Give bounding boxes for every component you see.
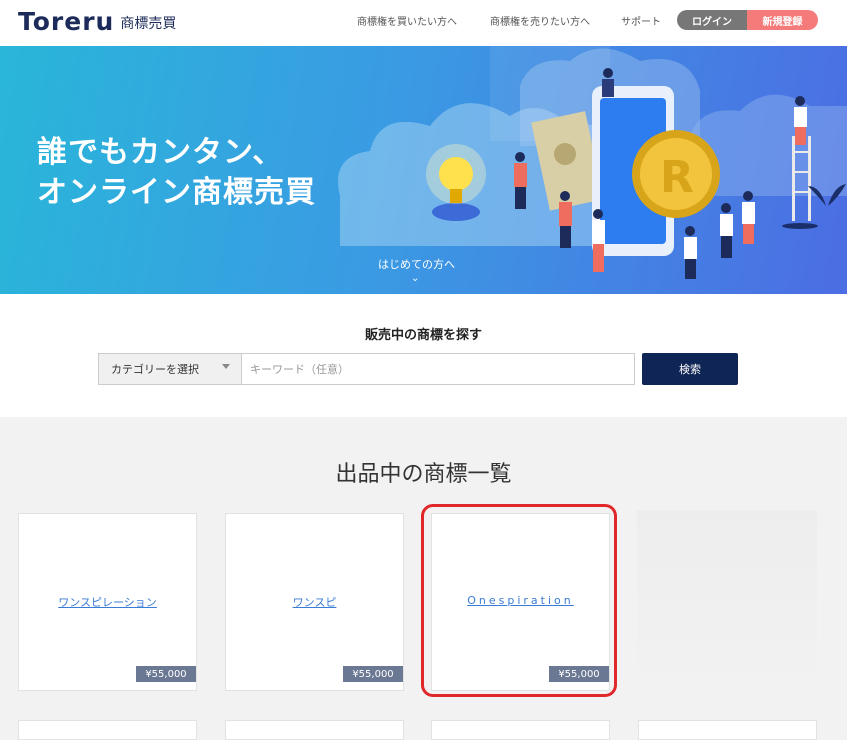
nav-support-link[interactable]: サポート <box>621 13 661 28</box>
hero-title-line1: 誰でもカンタン、 <box>37 135 284 170</box>
highlight-outline <box>421 504 617 697</box>
nav-sell-link[interactable]: 商標権を売りたい方へ <box>490 13 590 28</box>
caret-down-icon[interactable] <box>222 364 230 369</box>
signup-button[interactable]: 新規登録 <box>747 10 818 30</box>
site-header: Toreru 商標売買 商標権を買いたい方へ 商標権を売りたい方へ サポート ロ… <box>0 0 847 46</box>
hero-title-line2: オンライン商標売買 <box>37 175 316 210</box>
listing-title: 出品中の商標一覧 <box>335 462 512 487</box>
search-section: 販売中の商標を探す カテゴリーを選択 検索 <box>0 294 847 417</box>
nav-buy-link[interactable]: 商標権を買いたい方へ <box>357 13 457 28</box>
trademark-card[interactable]: ワンスピレーション ¥55,000 <box>18 513 197 691</box>
placeholder-card <box>637 510 817 695</box>
trademark-card[interactable]: ワンスピ ¥55,000 <box>225 513 404 691</box>
keyword-input[interactable] <box>242 353 635 385</box>
trademark-card[interactable] <box>431 720 610 740</box>
price-badge: ¥55,000 <box>136 666 196 682</box>
logo[interactable]: Toreru 商標売買 <box>18 7 176 36</box>
svg-text:R: R <box>660 152 694 203</box>
trademark-card[interactable] <box>225 720 404 740</box>
trademark-name-link[interactable]: ワンスピレーション <box>19 594 196 610</box>
price-badge: ¥55,000 <box>343 666 403 682</box>
category-select[interactable]: カテゴリーを選択 <box>98 353 242 385</box>
hero-banner: R 誰でもカンタン、 オンライン商標売買 はじめての方へ ⌄ <box>0 46 847 294</box>
trademark-name-link[interactable]: ワンスピ <box>226 594 403 610</box>
chevron-down-icon[interactable]: ⌄ <box>411 273 419 284</box>
trademark-card[interactable] <box>18 720 197 740</box>
logo-wordmark: Toreru <box>18 7 115 36</box>
search-title: 販売中の商標を探す <box>364 328 482 343</box>
search-button[interactable]: 検索 <box>642 353 738 385</box>
trademark-card[interactable] <box>638 720 817 740</box>
hero-title: 誰でもカンタン、 オンライン商標売買 <box>37 133 316 213</box>
logo-subtitle: 商標売買 <box>120 15 177 32</box>
beginner-guide-link[interactable]: はじめての方へ <box>378 256 455 272</box>
login-button[interactable]: ログイン <box>677 10 747 30</box>
